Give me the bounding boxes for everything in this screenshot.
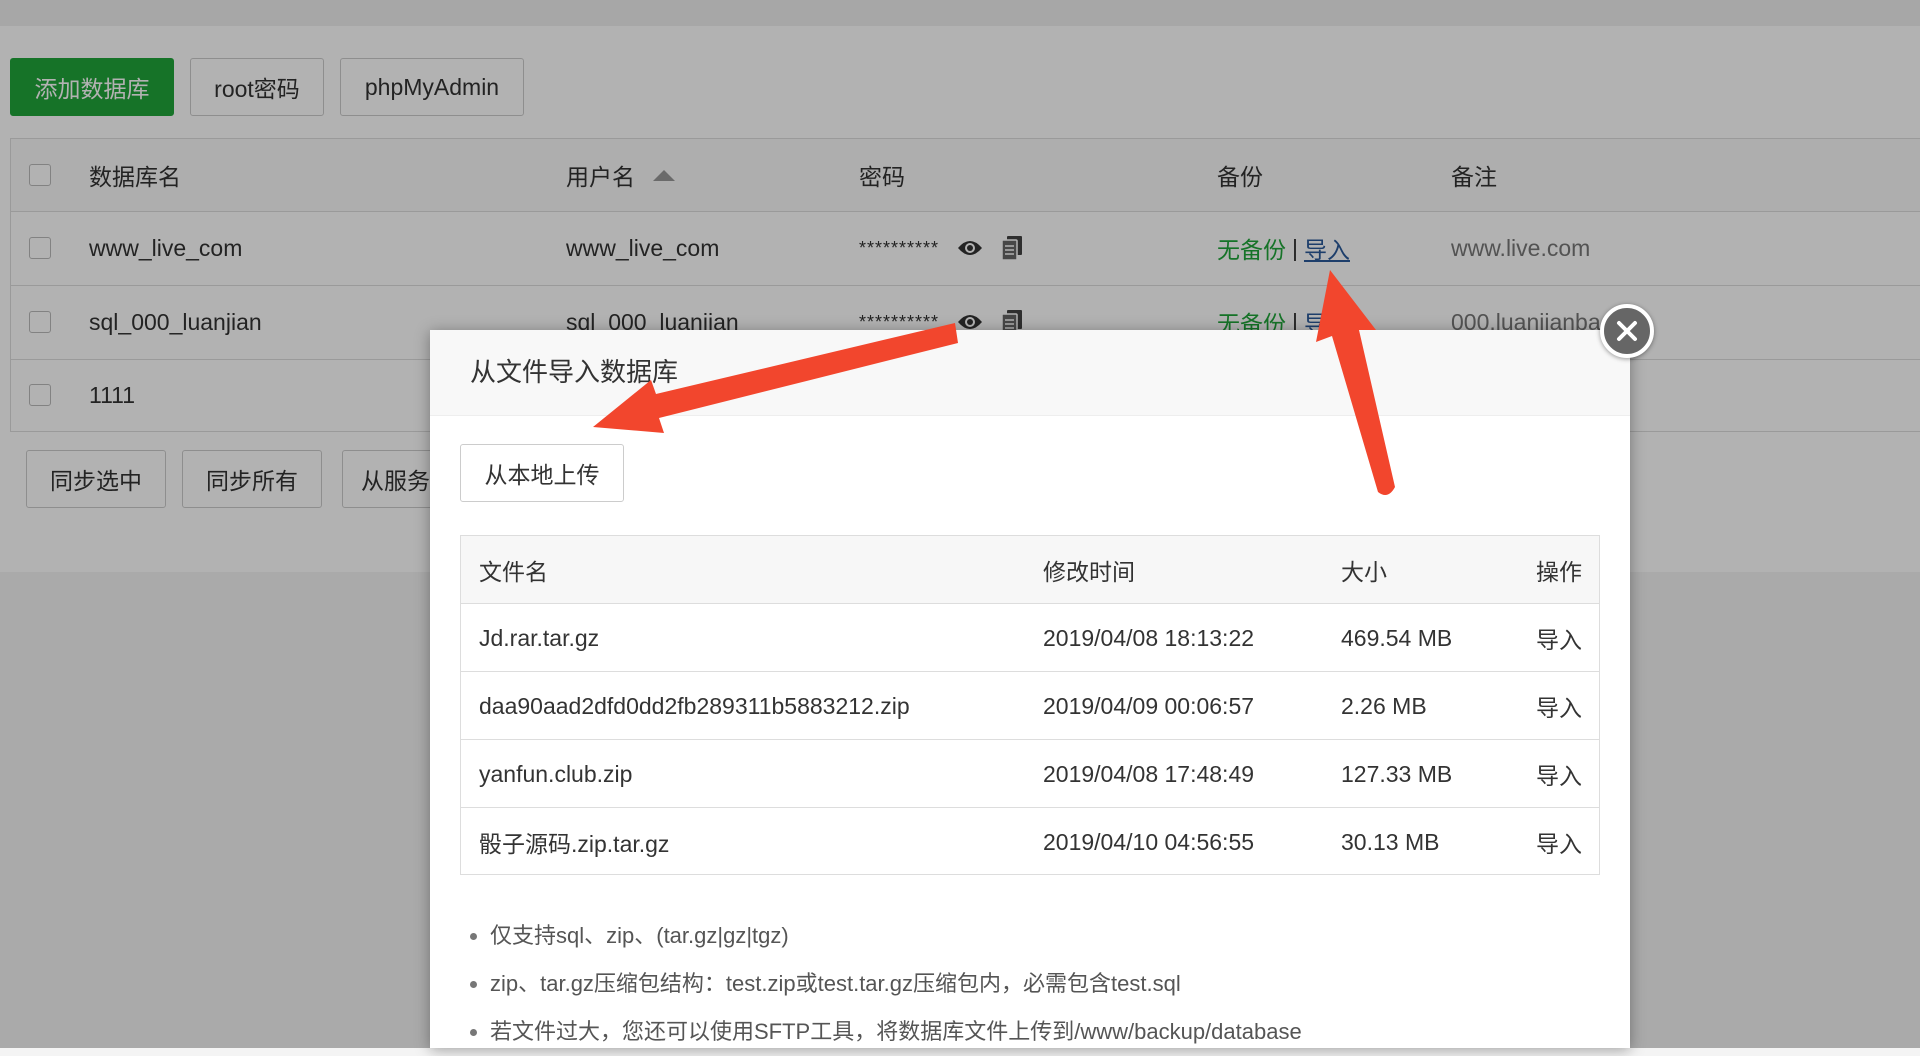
file-table: 文件名 修改时间 大小 操作 Jd.rar.tar.gz 2019/04/08 … bbox=[460, 535, 1600, 875]
close-icon bbox=[1617, 321, 1637, 341]
note-item: 仅支持sql、zip、(tar.gz|gz|tgz) bbox=[490, 912, 1630, 960]
import-dialog: 从文件导入数据库 从本地上传 文件名 修改时间 大小 操作 Jd.rar.tar… bbox=[430, 330, 1630, 1048]
file-size: 469.54 MB bbox=[1341, 624, 1453, 651]
table-row: Jd.rar.tar.gz 2019/04/08 18:13:22 469.54… bbox=[461, 604, 1599, 672]
note-item: 若文件过大，您还可以使用SFTP工具，将数据库文件上传到/www/backup/… bbox=[490, 1008, 1630, 1056]
table-row: yanfun.club.zip 2019/04/08 17:48:49 127.… bbox=[461, 740, 1599, 808]
import-file-link[interactable]: 导入 bbox=[1536, 604, 1582, 672]
file-modified: 2019/04/09 00:06:57 bbox=[1043, 692, 1255, 719]
file-size: 2.26 MB bbox=[1341, 692, 1427, 719]
file-size: 127.33 MB bbox=[1341, 760, 1453, 787]
file-modified: 2019/04/08 17:48:49 bbox=[1043, 760, 1255, 787]
file-size: 30.13 MB bbox=[1341, 828, 1440, 855]
col-modified: 修改时间 bbox=[1043, 559, 1135, 585]
file-name: yanfun.club.zip bbox=[479, 760, 633, 787]
import-file-link[interactable]: 导入 bbox=[1536, 808, 1582, 876]
dialog-header: 从文件导入数据库 bbox=[430, 330, 1630, 416]
file-modified: 2019/04/08 18:13:22 bbox=[1043, 624, 1255, 651]
file-name: Jd.rar.tar.gz bbox=[479, 624, 600, 651]
import-file-link[interactable]: 导入 bbox=[1536, 672, 1582, 740]
dialog-title: 从文件导入数据库 bbox=[470, 357, 679, 387]
file-name: 骰子源码.zip.tar.gz bbox=[479, 831, 670, 857]
close-dialog-button[interactable] bbox=[1600, 304, 1654, 358]
col-filename: 文件名 bbox=[479, 559, 548, 585]
file-table-header: 文件名 修改时间 大小 操作 bbox=[461, 536, 1599, 604]
note-item: zip、tar.gz压缩包结构：test.zip或test.tar.gz压缩包内… bbox=[490, 960, 1630, 1008]
col-size: 大小 bbox=[1341, 559, 1387, 585]
import-file-link[interactable]: 导入 bbox=[1536, 740, 1582, 808]
table-row: 骰子源码.zip.tar.gz 2019/04/10 04:56:55 30.1… bbox=[461, 808, 1599, 876]
table-row: daa90aad2dfd0dd2fb289311b5883212.zip 201… bbox=[461, 672, 1599, 740]
file-modified: 2019/04/10 04:56:55 bbox=[1043, 828, 1255, 855]
help-notes: 仅支持sql、zip、(tar.gz|gz|tgz) zip、tar.gz压缩包… bbox=[460, 912, 1630, 1056]
file-name: daa90aad2dfd0dd2fb289311b5883212.zip bbox=[479, 692, 910, 719]
col-action: 操作 bbox=[1536, 559, 1582, 585]
upload-local-button[interactable]: 从本地上传 bbox=[460, 444, 624, 502]
